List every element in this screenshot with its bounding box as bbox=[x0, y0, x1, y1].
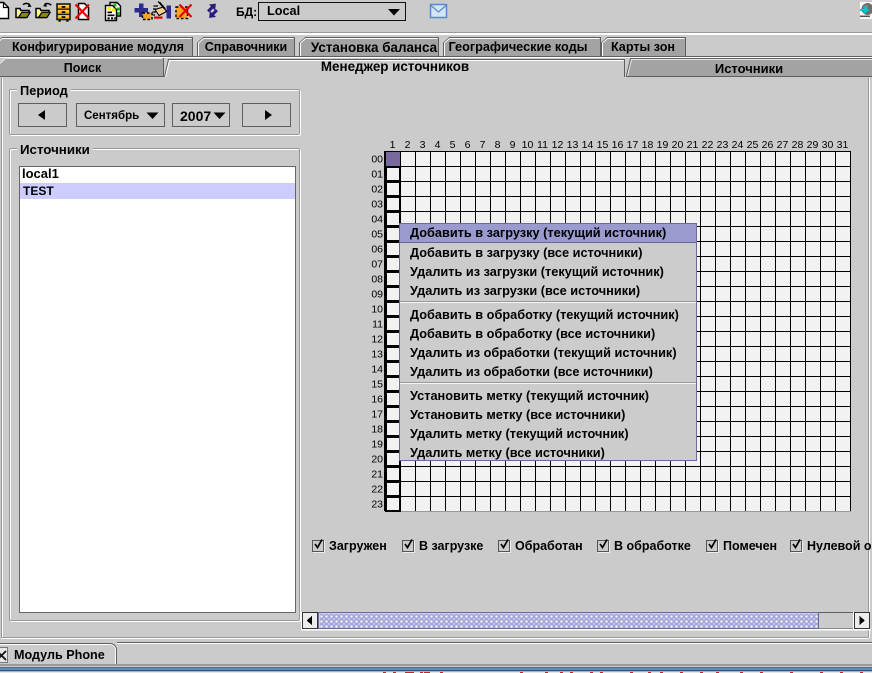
svg-text:22: 22 bbox=[371, 484, 383, 496]
svg-text:26: 26 bbox=[762, 139, 774, 151]
svg-text:13: 13 bbox=[567, 139, 579, 151]
svg-text:08: 08 bbox=[371, 274, 383, 286]
svg-text:09: 09 bbox=[371, 289, 383, 301]
svg-text:10: 10 bbox=[371, 304, 383, 316]
svg-text:30: 30 bbox=[822, 139, 834, 151]
svg-text:31: 31 bbox=[837, 139, 849, 151]
svg-text:17: 17 bbox=[627, 139, 639, 151]
svg-text:12: 12 bbox=[371, 334, 383, 346]
svg-text:2: 2 bbox=[405, 139, 411, 151]
svg-text:9: 9 bbox=[510, 139, 516, 151]
svg-text:24: 24 bbox=[732, 139, 744, 151]
svg-text:15: 15 bbox=[371, 379, 383, 391]
svg-text:6: 6 bbox=[465, 139, 471, 151]
svg-text:16: 16 bbox=[612, 139, 624, 151]
svg-text:18: 18 bbox=[371, 424, 383, 436]
svg-text:18: 18 bbox=[642, 139, 654, 151]
svg-text:04: 04 bbox=[371, 214, 383, 226]
svg-text:23: 23 bbox=[371, 499, 383, 511]
svg-text:00: 00 bbox=[371, 154, 383, 166]
svg-text:29: 29 bbox=[807, 139, 819, 151]
svg-text:13: 13 bbox=[371, 349, 383, 361]
svg-text:14: 14 bbox=[582, 139, 594, 151]
svg-text:5: 5 bbox=[450, 139, 456, 151]
svg-text:15: 15 bbox=[597, 139, 609, 151]
svg-text:25: 25 bbox=[747, 139, 759, 151]
svg-text:05: 05 bbox=[371, 229, 383, 241]
svg-text:23: 23 bbox=[717, 139, 729, 151]
svg-text:28: 28 bbox=[792, 139, 804, 151]
svg-text:3: 3 bbox=[420, 139, 426, 151]
svg-text:21: 21 bbox=[371, 469, 383, 481]
svg-text:12: 12 bbox=[552, 139, 564, 151]
svg-text:22: 22 bbox=[702, 139, 714, 151]
svg-text:14: 14 bbox=[371, 364, 383, 376]
svg-text:07: 07 bbox=[371, 259, 383, 271]
svg-text:27: 27 bbox=[777, 139, 789, 151]
svg-text:21: 21 bbox=[687, 139, 699, 151]
svg-text:01: 01 bbox=[371, 169, 383, 181]
svg-text:16: 16 bbox=[371, 394, 383, 406]
svg-text:1: 1 bbox=[390, 139, 396, 151]
svg-text:8: 8 bbox=[495, 139, 501, 151]
svg-text:7: 7 bbox=[480, 139, 486, 151]
svg-text:19: 19 bbox=[371, 439, 383, 451]
svg-text:03: 03 bbox=[371, 199, 383, 211]
svg-text:06: 06 bbox=[371, 244, 383, 256]
svg-text:20: 20 bbox=[371, 454, 383, 466]
svg-text:4: 4 bbox=[435, 139, 441, 151]
svg-text:20: 20 bbox=[672, 139, 684, 151]
svg-text:17: 17 bbox=[371, 409, 383, 421]
svg-text:11: 11 bbox=[537, 139, 548, 151]
svg-text:02: 02 bbox=[371, 184, 383, 196]
svg-text:19: 19 bbox=[657, 139, 669, 151]
svg-text:11: 11 bbox=[372, 319, 383, 331]
svg-text:10: 10 bbox=[522, 139, 534, 151]
